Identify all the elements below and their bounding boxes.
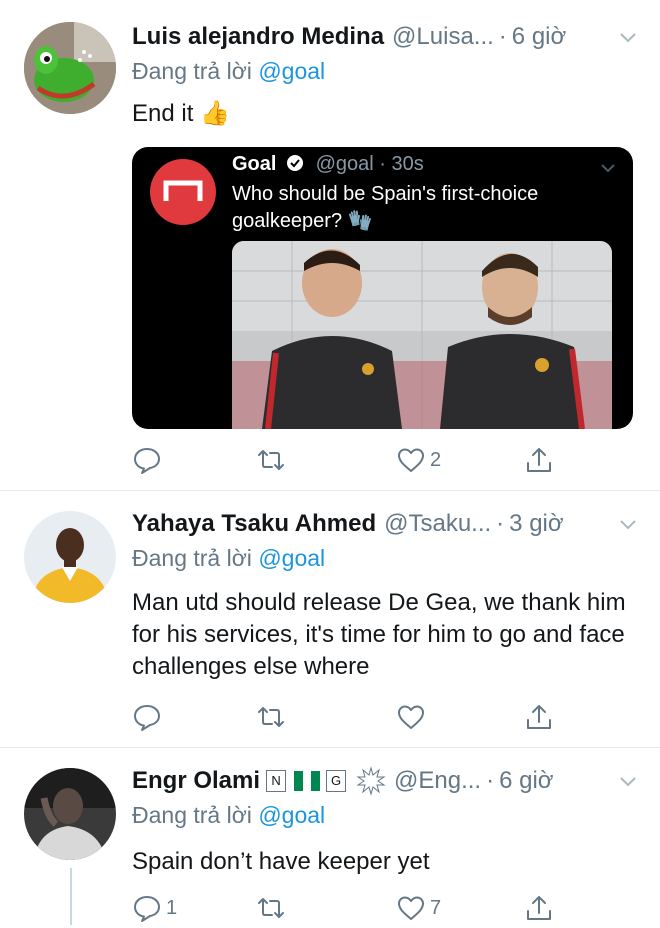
separator-dot: · bbox=[496, 510, 505, 537]
reply-button[interactable] bbox=[132, 697, 166, 737]
reply-prefix: Đang trả lời bbox=[132, 545, 252, 571]
replying-to: Đang trả lời @goal bbox=[132, 802, 325, 829]
timestamp[interactable]: 6 giờ bbox=[512, 23, 566, 51]
tweet[interactable]: Luis alejandro Medina @Luisa... · 6 giờ … bbox=[0, 0, 660, 490]
replying-to: Đang trả lời @goal bbox=[132, 58, 325, 85]
chevron-down-icon[interactable] bbox=[618, 772, 638, 792]
tweet-actions: 1 7 bbox=[132, 888, 562, 928]
retweet-icon bbox=[258, 707, 284, 727]
letter-n-badge: N bbox=[266, 770, 287, 792]
quoted-photo bbox=[232, 241, 612, 429]
tweet-actions bbox=[132, 697, 562, 737]
reply-icon bbox=[134, 705, 160, 731]
tweet-header: Luis alejandro Medina @Luisa... · 6 giờ bbox=[132, 20, 638, 54]
tweet[interactable]: Yahaya Tsaku Ahmed @Tsaku... · 3 giờ Đan… bbox=[0, 491, 660, 747]
share-icon bbox=[527, 448, 551, 472]
heart-icon bbox=[398, 896, 424, 920]
quoted-display-name: Goal bbox=[232, 153, 277, 175]
share-button[interactable] bbox=[524, 440, 554, 480]
man-black-white-avatar-icon bbox=[24, 768, 116, 860]
frog-plush-avatar-icon bbox=[24, 22, 116, 114]
avatar[interactable] bbox=[24, 511, 116, 603]
user-handle[interactable]: @Tsaku... bbox=[384, 510, 491, 538]
reply-button[interactable]: 1 bbox=[132, 888, 177, 928]
reply-button[interactable] bbox=[132, 440, 166, 480]
display-name[interactable]: Luis alejandro Medina bbox=[132, 23, 384, 51]
share-button[interactable] bbox=[524, 697, 554, 737]
reply-icon bbox=[134, 896, 160, 922]
reply-count: 1 bbox=[166, 896, 178, 919]
like-button[interactable]: 2 bbox=[396, 440, 441, 480]
retweet-button[interactable] bbox=[256, 697, 290, 737]
quoted-text: Who should be Spain's first-choice goalk… bbox=[232, 183, 539, 232]
separator-dot: · bbox=[498, 23, 507, 50]
tweet[interactable]: Engr Olami N G @Eng... · 6 giờ Đang trả … bbox=[0, 748, 660, 925]
nigeria-flag-icon bbox=[294, 771, 321, 791]
user-handle[interactable]: @Eng... bbox=[394, 767, 481, 795]
display-name[interactable]: Engr Olami bbox=[132, 767, 260, 795]
tweet-text: End it 👍 bbox=[132, 100, 230, 127]
like-button[interactable]: 7 bbox=[396, 888, 441, 928]
share-button[interactable] bbox=[524, 888, 554, 928]
share-icon bbox=[527, 705, 551, 729]
reply-mention-link[interactable]: @goal bbox=[258, 58, 325, 84]
quoted-tweet[interactable]: Goal @goal · 30s Who should be Spain's f… bbox=[132, 147, 633, 429]
burst-icon bbox=[356, 766, 386, 796]
tweet-header: Engr Olami N G @Eng... · 6 giờ bbox=[132, 764, 638, 798]
avatar[interactable] bbox=[24, 22, 116, 114]
tweet-text: Man utd should release De Gea, we thank … bbox=[132, 589, 626, 680]
heart-icon bbox=[398, 705, 424, 729]
man-yellow-shirt-avatar-icon bbox=[24, 511, 116, 603]
chevron-down-icon[interactable] bbox=[618, 515, 638, 535]
goal-logo-icon bbox=[150, 159, 216, 225]
reply-mention-link[interactable]: @goal bbox=[258, 802, 325, 828]
chevron-down-icon bbox=[601, 164, 615, 173]
user-handle[interactable]: @Luisa... bbox=[392, 23, 494, 51]
retweet-button[interactable] bbox=[256, 440, 290, 480]
thread-connector-line bbox=[70, 868, 72, 925]
reply-prefix: Đang trả lời bbox=[132, 802, 252, 828]
replying-to: Đang trả lời @goal bbox=[132, 545, 325, 572]
like-count: 7 bbox=[430, 896, 442, 919]
timestamp[interactable]: 3 giờ bbox=[509, 510, 563, 538]
reply-mention-link[interactable]: @goal bbox=[258, 545, 325, 571]
tweet-header: Yahaya Tsaku Ahmed @Tsaku... · 3 giờ bbox=[132, 507, 638, 541]
heart-icon bbox=[398, 448, 424, 472]
separator-dot: · bbox=[486, 767, 495, 794]
retweet-icon bbox=[258, 450, 284, 470]
display-name[interactable]: Yahaya Tsaku Ahmed bbox=[132, 510, 376, 538]
reply-icon bbox=[134, 448, 160, 474]
letter-g-badge: G bbox=[326, 770, 347, 792]
like-count: 2 bbox=[430, 448, 442, 471]
reply-prefix: Đang trả lời bbox=[132, 58, 252, 84]
retweet-button[interactable] bbox=[256, 888, 290, 928]
tweet-text: Spain don’t have keeper yet bbox=[132, 848, 430, 875]
quoted-handle: @goal · 30s bbox=[315, 153, 424, 175]
chevron-down-icon[interactable] bbox=[618, 28, 638, 48]
retweet-icon bbox=[258, 898, 284, 918]
like-button[interactable] bbox=[396, 697, 430, 737]
quoted-header: Goal @goal · 30s bbox=[232, 153, 424, 176]
tweet-actions: 2 bbox=[132, 440, 562, 480]
share-icon bbox=[527, 896, 551, 920]
timestamp[interactable]: 6 giờ bbox=[499, 767, 553, 795]
verified-badge-icon bbox=[287, 155, 304, 171]
avatar[interactable] bbox=[24, 768, 116, 860]
